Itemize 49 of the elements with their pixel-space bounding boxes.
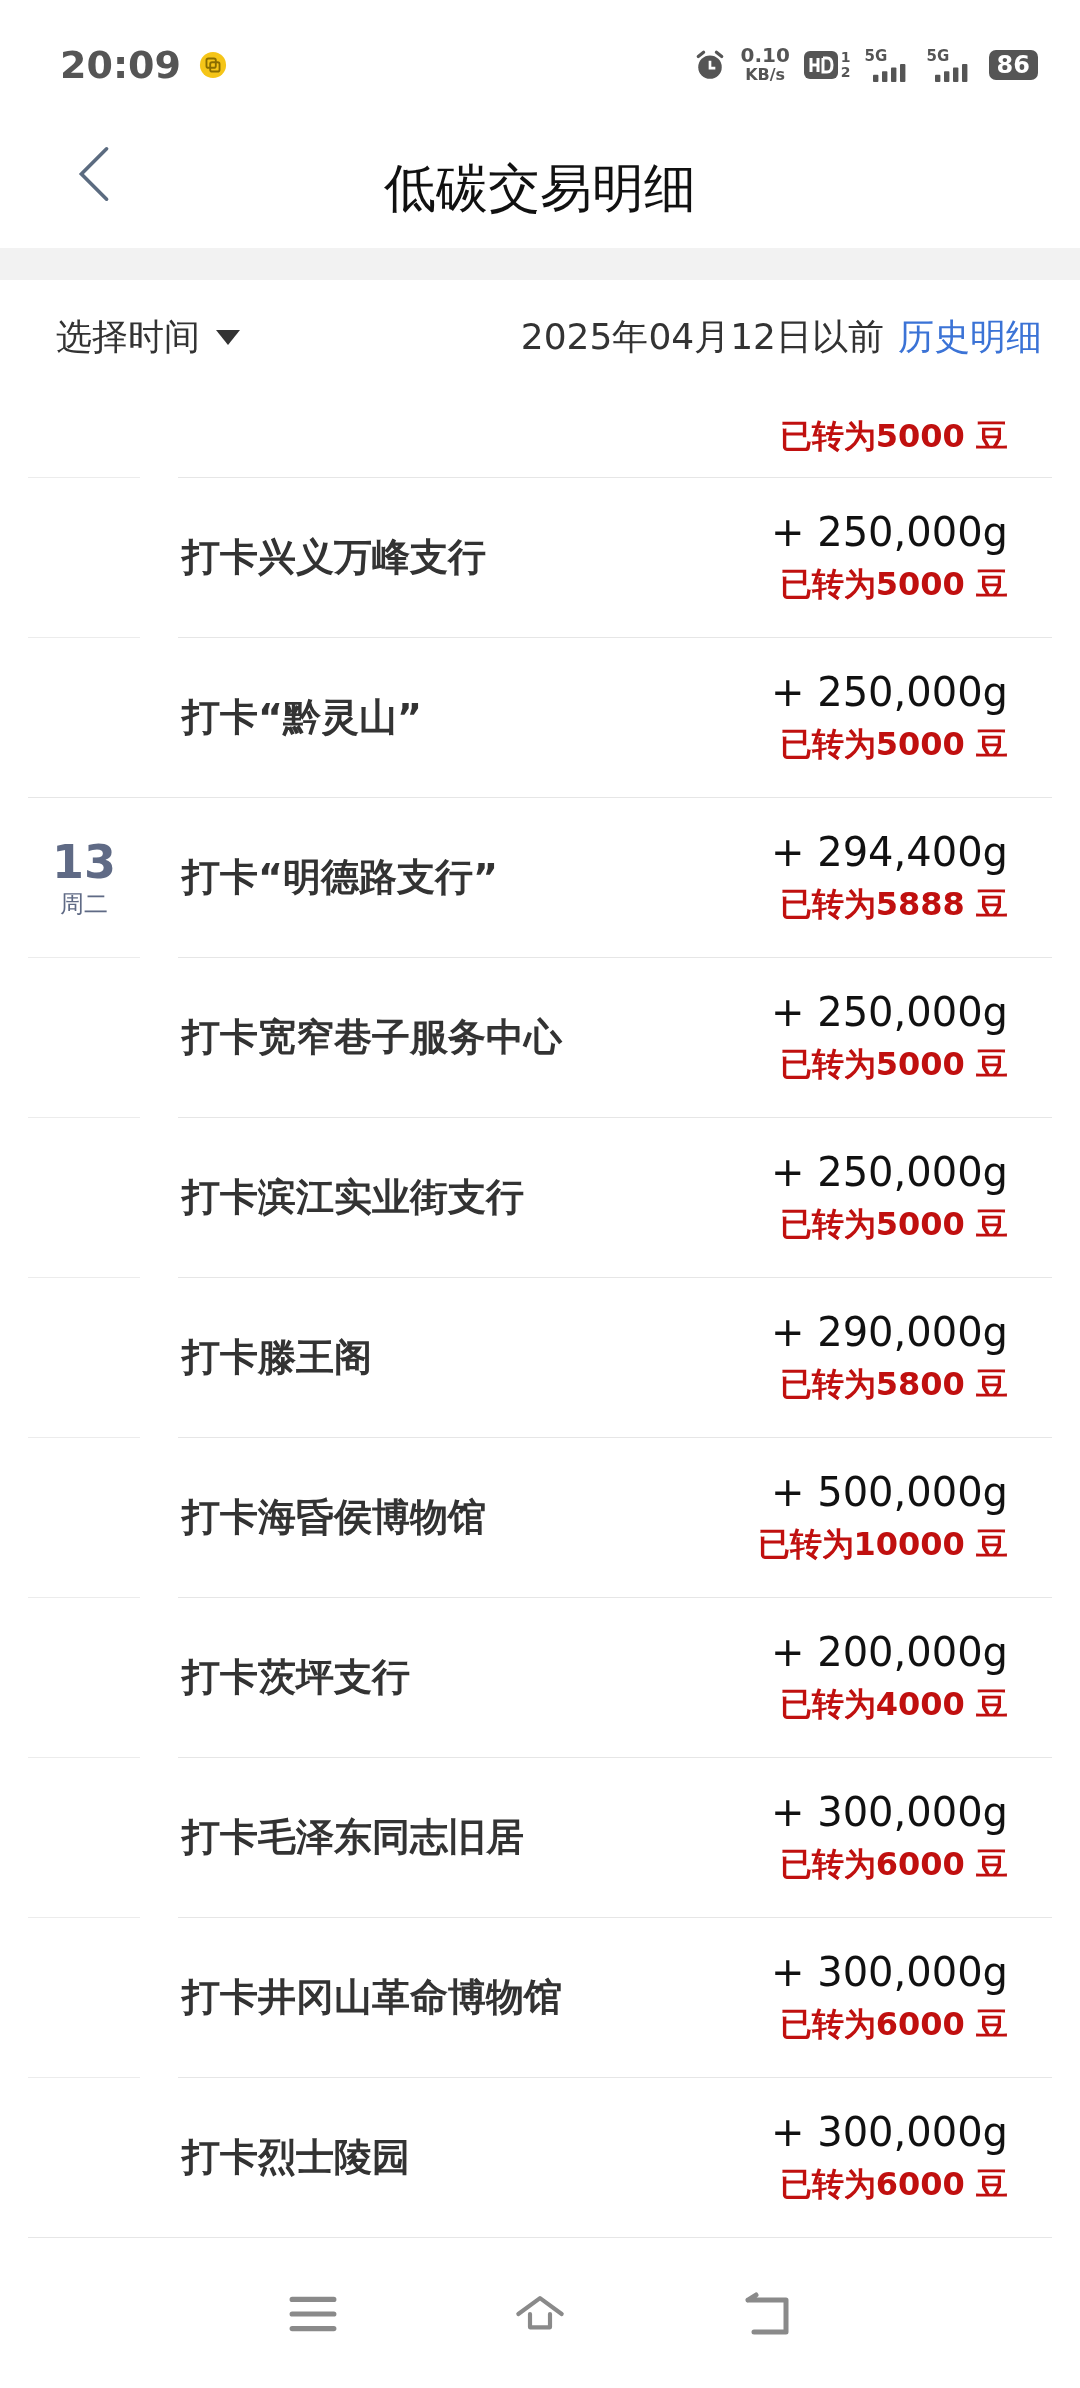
converted-beans: 已转为6000 豆 xyxy=(779,1843,1008,1885)
notification-icon xyxy=(198,51,227,79)
transaction-title: 打卡海昏侯博物馆 xyxy=(182,1494,486,1541)
transaction-title: 打卡井冈山革命博物馆 xyxy=(182,1974,562,2021)
converted-beans: 已转为5000 豆 xyxy=(779,723,1008,765)
converted-beans: 已转为10000 豆 xyxy=(757,1523,1008,1565)
network-speed: 0.10 KB/s xyxy=(740,46,790,84)
transaction-title: 打卡滕王阁 xyxy=(182,1334,372,1381)
converted-beans: 已转为6000 豆 xyxy=(779,2003,1008,2045)
network-type: 5G xyxy=(864,48,888,64)
sim-numbers: 1 2 xyxy=(840,50,851,80)
carbon-amount: + 300,000g xyxy=(770,1788,1008,1835)
carbon-amount: + 250,000g xyxy=(770,988,1008,1035)
converted-beans: 已转为5000 豆 xyxy=(779,563,1008,605)
carbon-amount: + 250,000g xyxy=(770,1148,1008,1195)
transaction-title: 打卡滨江实业街支行 xyxy=(182,1174,524,1221)
carbon-amount: + 294,400g xyxy=(770,828,1008,875)
history-link[interactable]: 历史明细 xyxy=(898,313,1042,362)
carbon-amount: + 290,000g xyxy=(770,1308,1008,1355)
carbon-amount: + 500,000g xyxy=(770,1468,1008,1515)
date-day: 13 xyxy=(52,835,116,888)
carbon-amount: + 300,000g xyxy=(770,1948,1008,1995)
dropdown-caret-icon xyxy=(216,329,240,346)
page-title: 低碳交易明细 xyxy=(384,157,696,220)
converted-beans: 已转为5800 豆 xyxy=(779,1363,1008,1405)
time-select-dropdown[interactable]: 选择时间 xyxy=(56,313,240,362)
transaction-title: 打卡宽窄巷子服务中心 xyxy=(182,1014,562,1061)
status-time: 20:09 xyxy=(60,43,181,87)
carbon-amount: + 250,000g xyxy=(770,668,1008,715)
transaction-title: 打卡“黔灵山” xyxy=(182,694,422,741)
converted-beans: 已转为5000 豆 xyxy=(779,1203,1008,1245)
transaction-title: 打卡兴义万峰支行 xyxy=(182,534,486,581)
carbon-amount: + 300,000g xyxy=(770,2108,1008,2155)
converted-beans: 已转为6000 豆 xyxy=(779,2163,1008,2205)
transaction-title: 打卡茨坪支行 xyxy=(182,1654,410,1701)
transaction-title: 打卡“明德路支行” xyxy=(182,854,498,901)
converted-beans: 已转为5000 豆 xyxy=(779,1043,1008,1085)
hd-icon xyxy=(803,51,838,79)
carbon-amount: + 200,000g xyxy=(770,1628,1008,1675)
date-note: 2025年04月12日以前 xyxy=(520,315,884,359)
converted-beans: 已转为5888 豆 xyxy=(779,883,1008,925)
weekday-label: 周二 xyxy=(60,888,108,920)
carbon-amount: + 250,000g xyxy=(770,508,1008,555)
battery-level: 86 xyxy=(988,50,1038,80)
converted-beans: 已转为5000 豆 xyxy=(779,416,1008,457)
transaction-title: 打卡毛泽东同志旧居 xyxy=(182,1814,524,1861)
transaction-title: 打卡烈士陵园 xyxy=(182,2134,410,2181)
network-type: 5G xyxy=(926,48,950,64)
converted-beans: 已转为4000 豆 xyxy=(779,1683,1008,1725)
